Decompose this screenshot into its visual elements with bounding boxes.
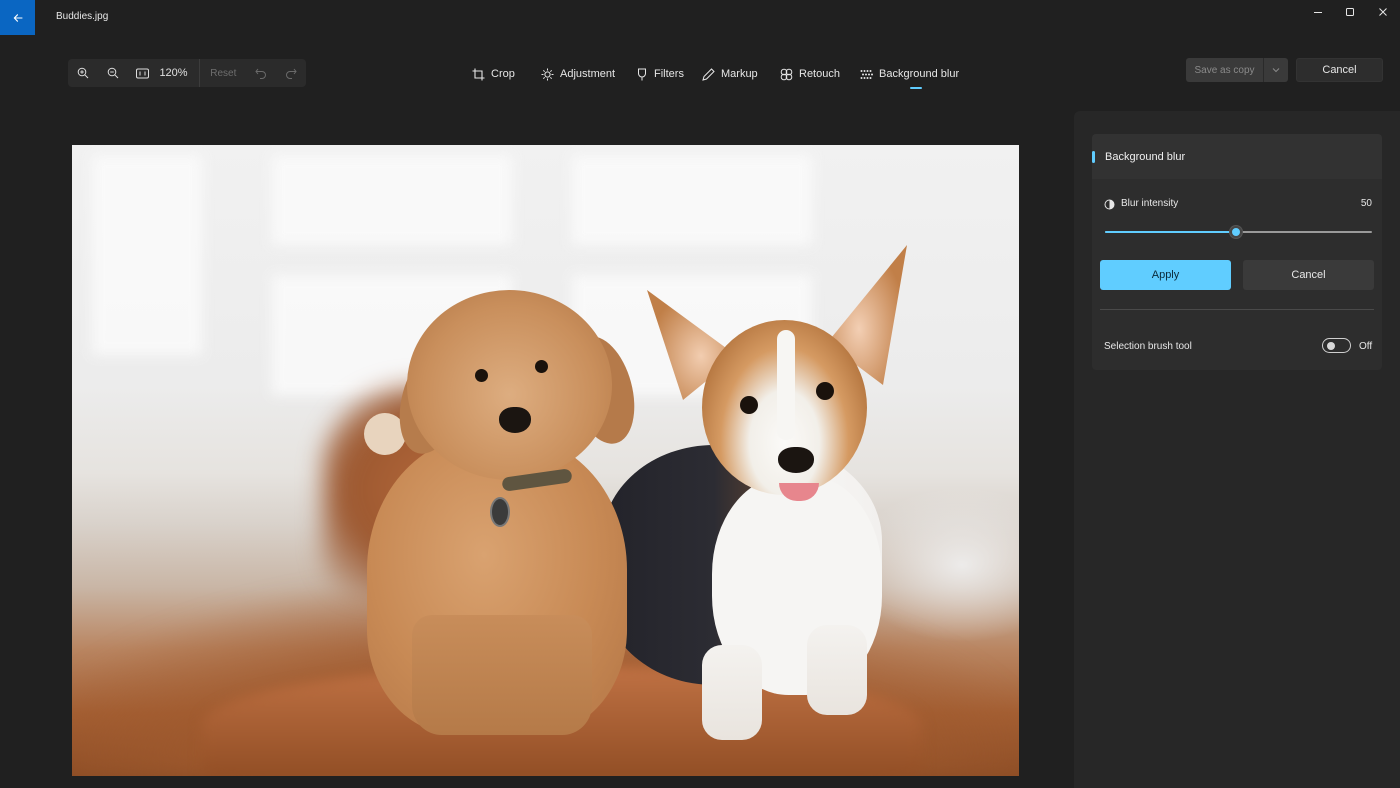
blur-intensity-value: 50	[1360, 198, 1372, 209]
corgi-leg	[807, 625, 867, 715]
blur-intensity-label: Blur intensity	[1121, 198, 1179, 209]
tool-crop-label: Crop	[491, 68, 515, 80]
tool-crop[interactable]: Crop	[472, 60, 515, 88]
tool-background-blur[interactable]: Background blur	[860, 60, 959, 88]
puppy-legs	[412, 615, 592, 735]
maximize-button[interactable]	[1333, 0, 1367, 24]
tool-background-blur-label: Background blur	[879, 68, 960, 80]
selection-brush-label: Selection brush tool	[1104, 341, 1192, 352]
maximize-icon	[1346, 8, 1354, 16]
apply-button[interactable]: Apply	[1100, 260, 1231, 290]
tool-filters-label: Filters	[654, 68, 684, 80]
close-button[interactable]	[1366, 0, 1400, 24]
close-icon	[1379, 8, 1387, 16]
background-blur-icon	[860, 69, 873, 79]
puppy-tag	[490, 497, 510, 527]
blurred-window-pane	[272, 155, 512, 245]
pen-icon	[702, 67, 715, 81]
corgi-leg	[702, 645, 762, 740]
panel-title: Background blur	[1105, 151, 1186, 163]
slider-fill	[1105, 231, 1236, 233]
puppy-eye	[475, 369, 488, 382]
puppy-eye	[535, 360, 548, 373]
retouch-icon	[780, 68, 793, 80]
save-as-copy-button[interactable]: Save as copy	[1186, 58, 1264, 82]
back-button[interactable]	[0, 0, 35, 35]
save-split-button: Save as copy	[1186, 58, 1288, 82]
corgi-nose	[778, 447, 814, 473]
contrast-icon	[1104, 197, 1115, 215]
arrow-left-icon	[13, 13, 23, 22]
save-options-button[interactable]	[1264, 58, 1288, 82]
corgi-blaze	[777, 330, 795, 440]
blurred-window-pane	[92, 155, 202, 355]
slider-thumb[interactable]	[1229, 226, 1242, 238]
tool-markup-label: Markup	[721, 68, 758, 80]
cancel-edit-button[interactable]: Cancel	[1296, 58, 1383, 82]
cancel-button[interactable]: Cancel	[1243, 260, 1374, 290]
selection-brush-toggle[interactable]	[1322, 338, 1351, 353]
tool-adjustment[interactable]: Adjustment	[541, 60, 615, 88]
section-accent-bar	[1092, 151, 1095, 163]
tool-retouch[interactable]: Retouch	[780, 60, 840, 88]
tool-filters[interactable]: Filters	[636, 60, 684, 88]
toggle-knob	[1327, 342, 1335, 350]
minimize-icon	[1314, 12, 1322, 13]
window-title: Buddies.jpg	[56, 11, 109, 22]
title-bar: Buddies.jpg	[0, 0, 1400, 35]
puppy-nose	[499, 407, 531, 433]
tool-retouch-label: Retouch	[799, 68, 840, 80]
crop-icon	[472, 68, 485, 80]
chevron-down-icon	[1272, 68, 1280, 73]
filter-icon	[638, 68, 646, 80]
corgi-eye	[740, 396, 758, 414]
puppy-head	[407, 290, 612, 480]
blurred-window-pane	[572, 155, 812, 245]
tool-markup[interactable]: Markup	[702, 60, 758, 88]
selection-brush-state: Off	[1359, 341, 1373, 352]
tool-adjustment-label: Adjustment	[560, 68, 616, 80]
photo-canvas[interactable]	[72, 145, 1019, 776]
panel-divider	[1100, 309, 1374, 310]
active-tool-indicator	[910, 87, 922, 89]
corgi-eye	[816, 382, 834, 400]
blur-intensity-slider[interactable]	[1105, 226, 1372, 238]
brightness-icon	[541, 68, 554, 80]
minimize-button[interactable]	[1301, 0, 1335, 24]
